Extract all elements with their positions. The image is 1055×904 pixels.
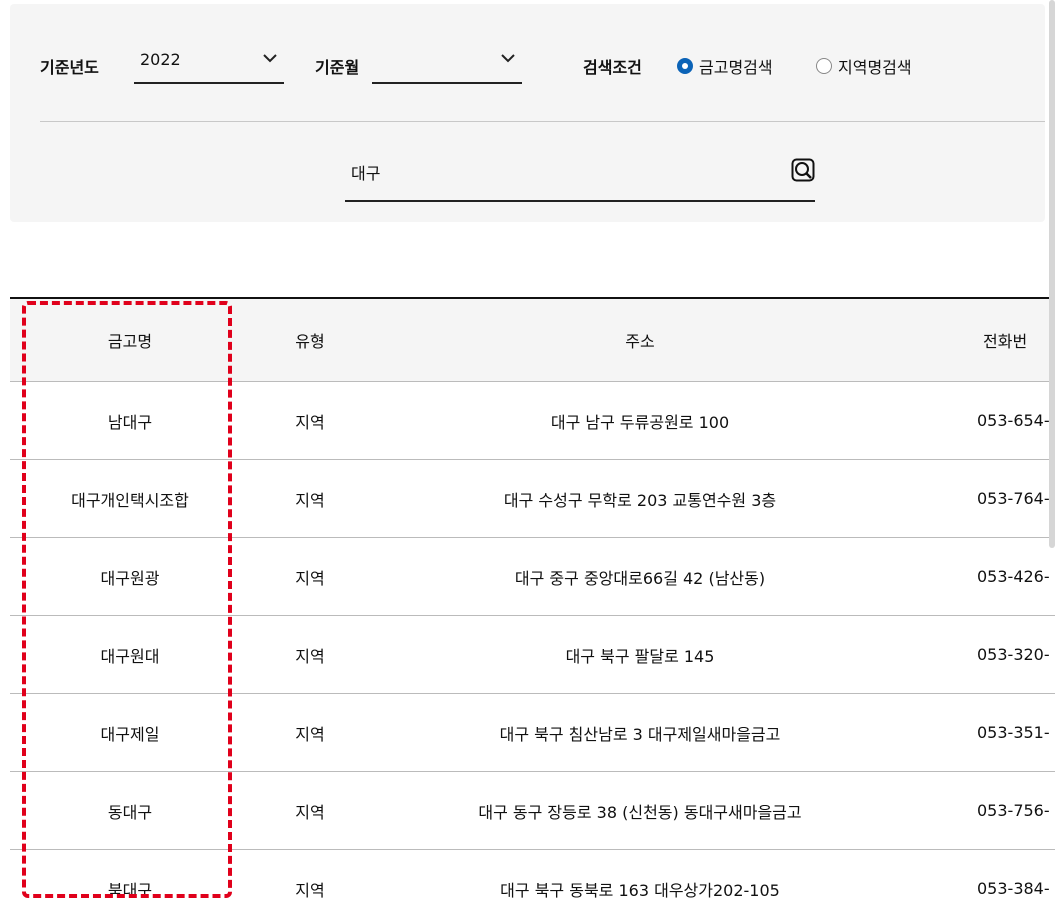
cell-type: 지역 <box>250 771 370 850</box>
search-box <box>345 148 815 202</box>
year-label: 기준년도 <box>40 58 99 77</box>
cell-address: 대구 중구 중앙대로66길 42 (남산동) <box>370 537 910 616</box>
table-row[interactable]: 동대구 지역 대구 동구 장등로 38 (신천동) 동대구새마을금고 053-7… <box>10 771 1055 850</box>
search-icon[interactable] <box>791 158 815 182</box>
radio-selected-icon[interactable] <box>677 58 693 74</box>
year-value: 2022 <box>140 50 181 69</box>
cell-type: 지역 <box>250 615 370 694</box>
cell-address: 대구 남구 두류공원로 100 <box>370 381 910 460</box>
table-row[interactable]: 대구원대 지역 대구 북구 팔달로 145 053-320- <box>10 615 1055 694</box>
scrollbar[interactable] <box>1049 0 1055 548</box>
header-name: 금고명 <box>10 298 250 382</box>
cell-name: 대구원광 <box>10 537 250 616</box>
cell-name: 대구제일 <box>10 693 250 772</box>
cell-name: 동대구 <box>10 771 250 850</box>
radio-region-label: 지역명검색 <box>838 58 912 77</box>
cell-name: 북대구 <box>10 849 250 904</box>
cell-type: 지역 <box>250 381 370 460</box>
cell-phone: 053-384- <box>910 849 1055 904</box>
table-row[interactable]: 대구제일 지역 대구 북구 침산남로 3 대구제일새마을금고 053-351- <box>10 693 1055 772</box>
chevron-down-icon <box>501 54 515 63</box>
radio-name-label: 금고명검색 <box>699 58 773 77</box>
cell-name: 남대구 <box>10 381 250 460</box>
cell-address: 대구 수성구 무학로 203 교통연수원 3층 <box>370 459 910 538</box>
cell-phone: 053-764- <box>910 459 1055 538</box>
radio-name-search[interactable]: 금고명검색 <box>677 54 773 78</box>
cell-phone: 053-351- <box>910 693 1055 772</box>
table-row[interactable]: 북대구 지역 대구 북구 동북로 163 대우상가202-105 053-384… <box>10 849 1055 904</box>
cell-name: 대구원대 <box>10 615 250 694</box>
cell-address: 대구 북구 침산남로 3 대구제일새마을금고 <box>370 693 910 772</box>
results-table: 금고명 유형 주소 전화번 남대구 지역 대구 남구 두류공원로 100 053… <box>10 297 1055 904</box>
cell-phone: 053-320- <box>910 615 1055 694</box>
results-table-wrap: 금고명 유형 주소 전화번 남대구 지역 대구 남구 두류공원로 100 053… <box>10 297 1055 904</box>
cell-phone: 053-654- <box>910 381 1055 460</box>
month-label: 기준월 <box>315 58 360 77</box>
filter-panel: 기준년도 2022 기준월 검색조건 금고명검색 지역명검색 <box>10 4 1045 222</box>
header-phone: 전화번 <box>910 298 1055 382</box>
table-row[interactable]: 대구원광 지역 대구 중구 중앙대로66길 42 (남산동) 053-426- <box>10 537 1055 616</box>
year-select[interactable]: 2022 <box>134 50 284 84</box>
cell-address: 대구 동구 장등로 38 (신천동) 동대구새마을금고 <box>370 771 910 850</box>
radio-region-search[interactable]: 지역명검색 <box>816 54 912 78</box>
cell-phone: 053-426- <box>910 537 1055 616</box>
table-header-row: 금고명 유형 주소 전화번 <box>10 298 1055 382</box>
header-type: 유형 <box>250 298 370 382</box>
chevron-down-icon <box>263 54 277 63</box>
table-row[interactable]: 남대구 지역 대구 남구 두류공원로 100 053-654- <box>10 381 1055 460</box>
radio-unselected-icon[interactable] <box>816 58 832 74</box>
month-select[interactable] <box>372 52 522 84</box>
cell-type: 지역 <box>250 537 370 616</box>
cell-address: 대구 북구 팔달로 145 <box>370 615 910 694</box>
cell-type: 지역 <box>250 693 370 772</box>
search-input[interactable] <box>345 156 773 188</box>
cell-name: 대구개인택시조합 <box>10 459 250 538</box>
cell-type: 지역 <box>250 459 370 538</box>
table-row[interactable]: 대구개인택시조합 지역 대구 수성구 무학로 203 교통연수원 3층 053-… <box>10 459 1055 538</box>
cell-phone: 053-756- <box>910 771 1055 850</box>
cell-address: 대구 북구 동북로 163 대우상가202-105 <box>370 849 910 904</box>
header-address: 주소 <box>370 298 910 382</box>
cell-type: 지역 <box>250 849 370 904</box>
divider <box>40 121 1045 122</box>
condition-label: 검색조건 <box>583 58 642 77</box>
